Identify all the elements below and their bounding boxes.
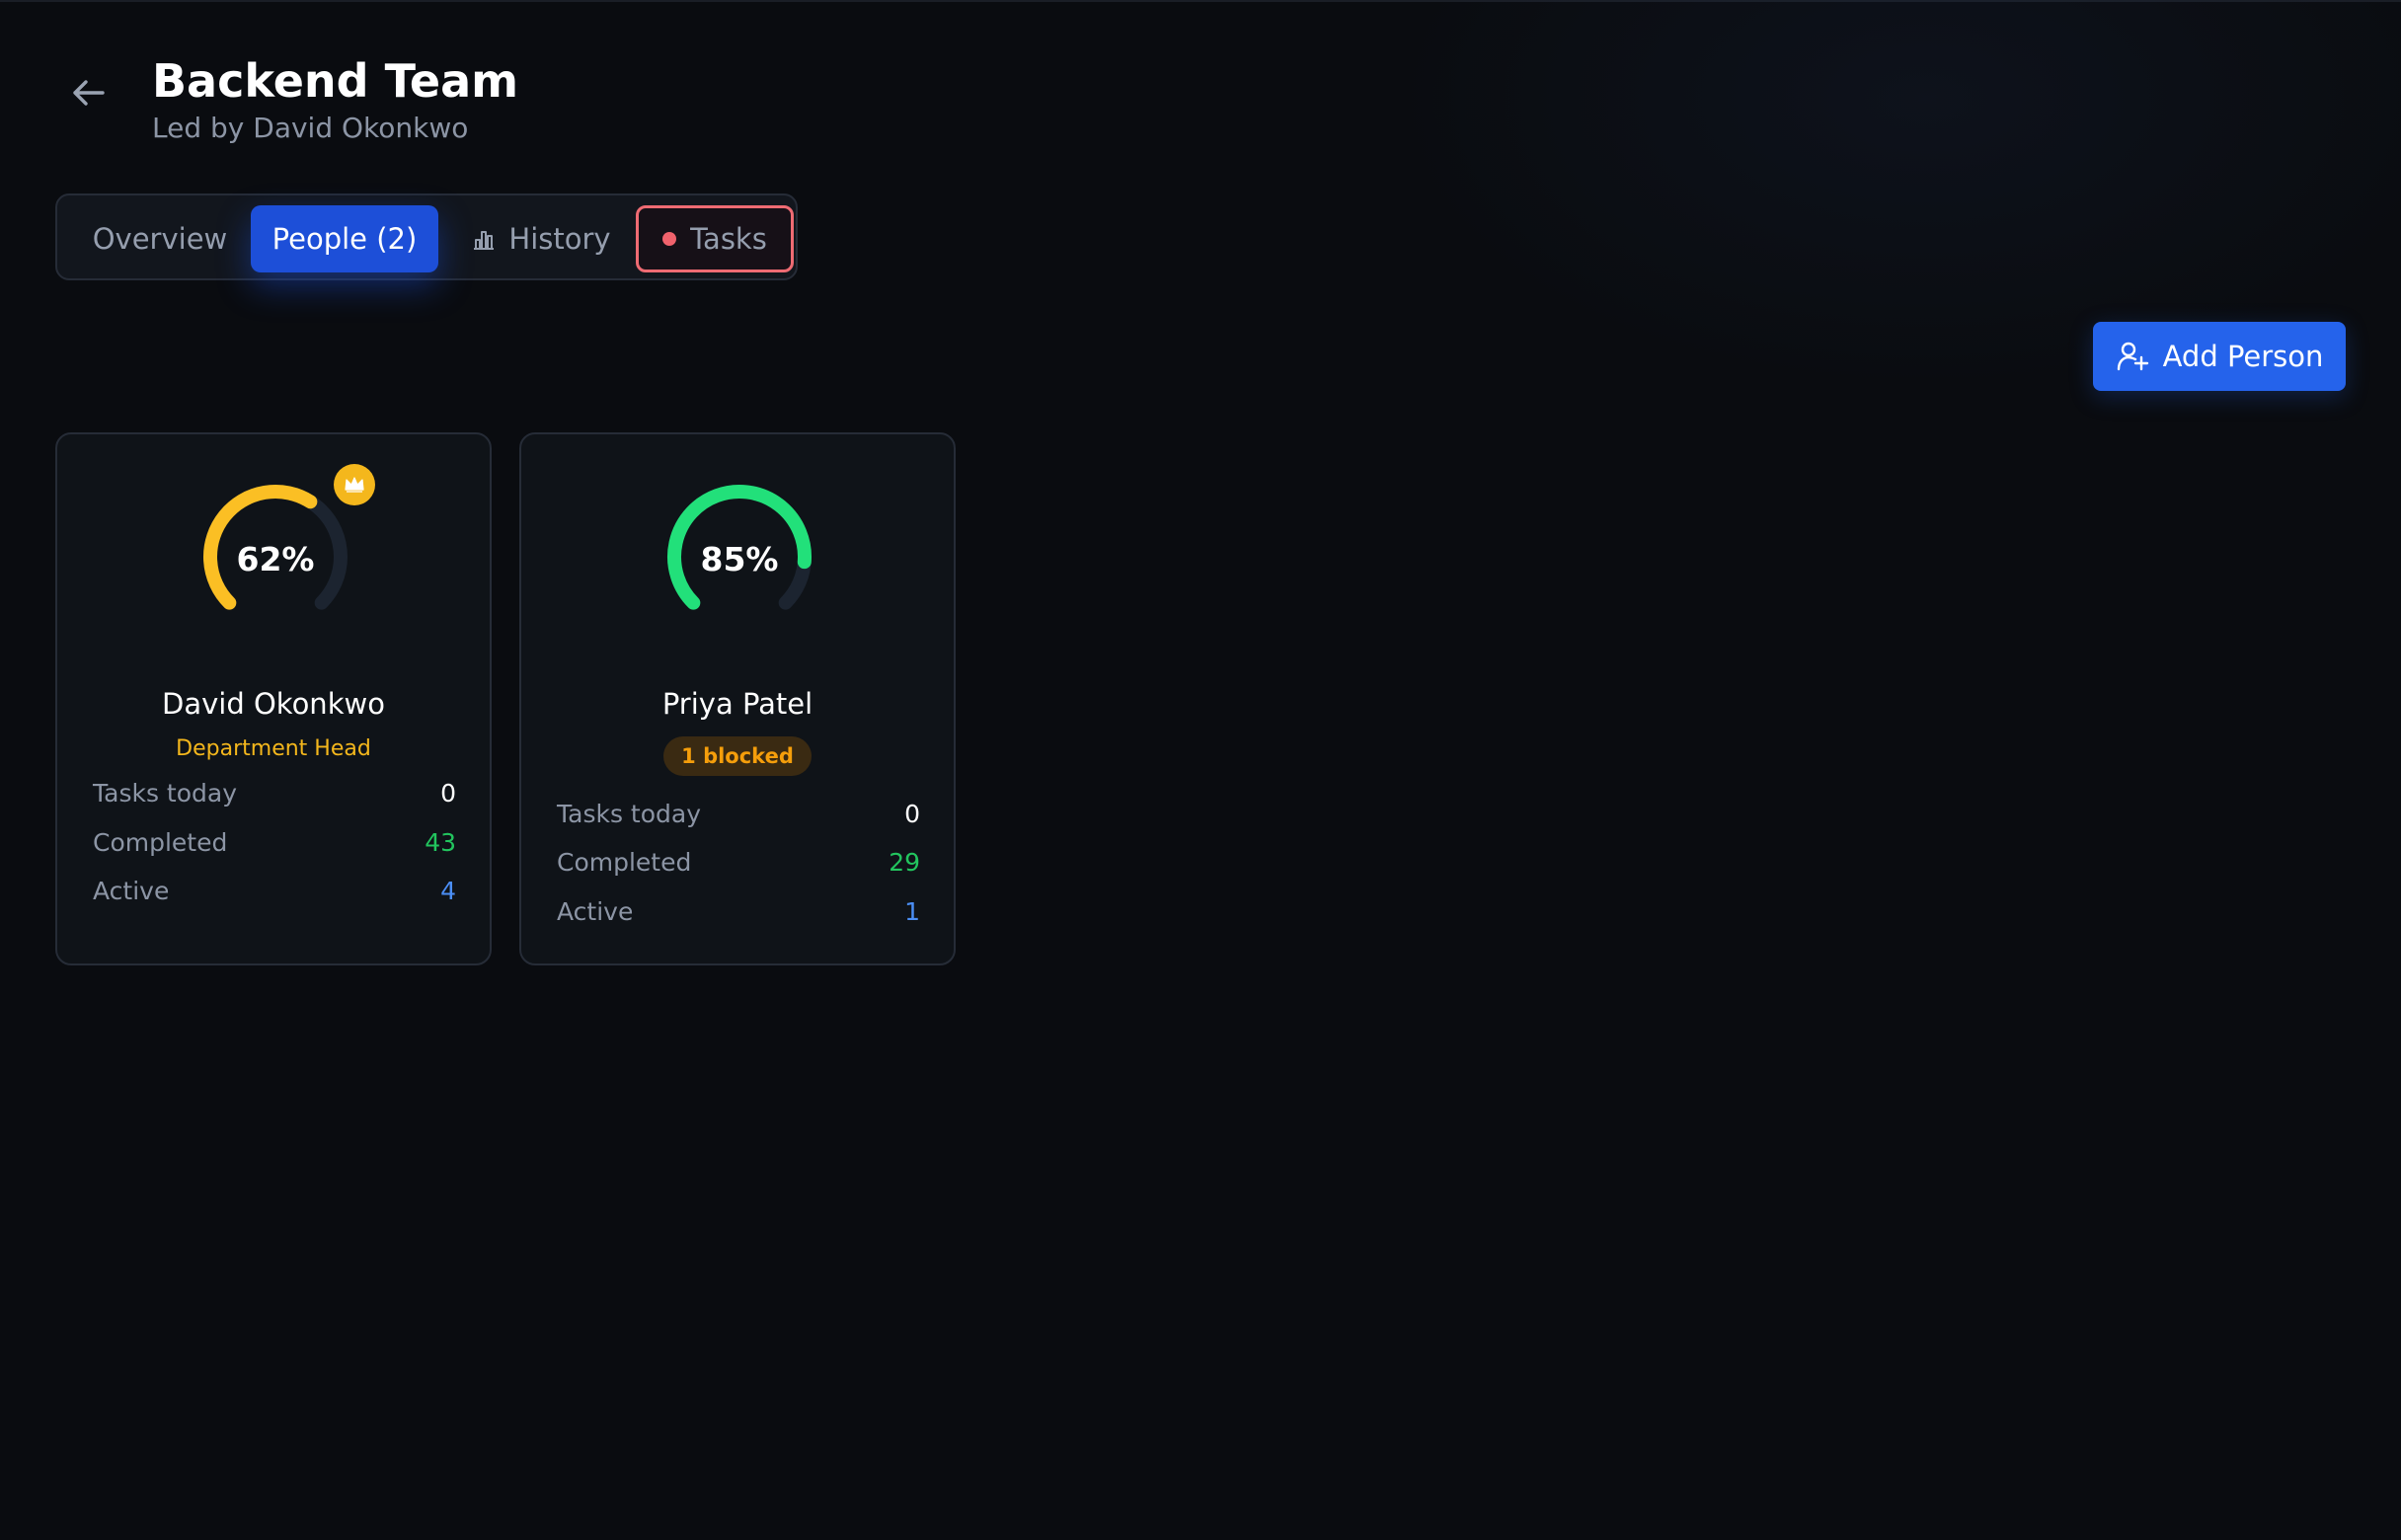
stat-label: Tasks today [557,799,702,828]
person-card[interactable]: 85% Priya Patel 1 blocked Tasks today 0 … [519,432,956,965]
add-person-label: Add Person [2162,340,2324,373]
person-card[interactable]: 62% David Okonkwo Department Head Tasks … [55,432,492,965]
stat-value: 0 [440,778,456,808]
badge-container: 1 blocked [521,736,954,776]
stat-value: 43 [425,827,456,857]
tab-tasks[interactable]: Tasks [636,205,794,272]
tab-overview[interactable]: Overview [71,205,249,272]
page-title: Backend Team [152,54,519,108]
tab-history-label: History [508,222,611,256]
stat-row-tasks-today: Tasks today 0 [93,773,456,812]
tab-tasks-label: Tasks [690,222,767,256]
stat-row-completed: Completed 43 [93,822,456,862]
person-name: David Okonkwo [162,687,385,721]
back-button[interactable] [61,65,116,120]
completion-gauge: 85% [660,478,818,636]
gauge-percent: 85% [700,539,779,578]
blocked-badge: 1 blocked [663,736,812,776]
gauge-percent: 62% [236,539,315,578]
stat-value: 1 [904,896,920,926]
tab-people[interactable]: People (2) [251,205,438,272]
completion-gauge: 62% [196,478,354,636]
tab-overview-label: Overview [92,222,228,256]
user-plus-icon [2117,342,2148,371]
stat-value: 0 [904,799,920,828]
stat-row-tasks-today: Tasks today 0 [557,794,920,833]
stat-label: Active [93,876,170,905]
stat-label: Completed [93,827,228,857]
stat-label: Active [557,896,634,926]
bar-chart-icon [474,231,495,250]
stat-label: Completed [557,847,692,877]
crown-icon [334,464,375,505]
add-person-button[interactable]: Add Person [2093,322,2346,391]
top-border [0,0,2401,2]
stat-row-completed: Completed 29 [557,842,920,882]
page-subtitle: Led by David Okonkwo [152,112,469,144]
stat-label: Tasks today [93,778,238,808]
stat-row-active: Active 4 [93,871,456,910]
stat-value: 4 [440,876,456,905]
stat-row-active: Active 1 [557,891,920,931]
person-name: Priya Patel [661,687,813,721]
alert-dot-icon [662,232,677,246]
tab-people-label: People (2) [271,222,418,256]
tab-bar: Overview People (2) History Tasks [55,193,798,280]
arrow-left-icon [73,80,105,106]
stat-value: 29 [889,847,920,877]
role-label: Department Head [176,736,371,761]
tab-history[interactable]: History [452,205,630,272]
